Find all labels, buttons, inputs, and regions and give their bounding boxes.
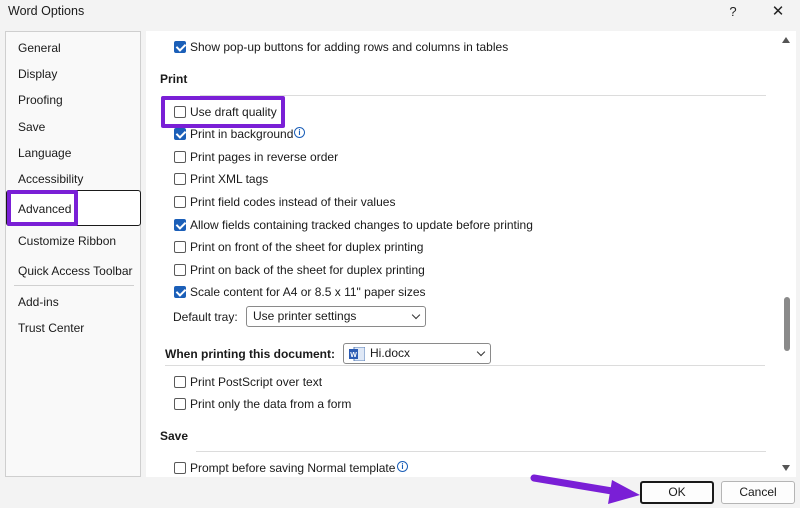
info-icon[interactable]: i (294, 127, 305, 138)
allow-tracked-fields-label: Allow fields containing tracked changes … (190, 218, 533, 232)
sidebar-item-language[interactable]: Language (18, 146, 71, 160)
ok-button[interactable]: OK (640, 481, 714, 504)
window-title: Word Options (8, 4, 85, 18)
checkbox-prompt-normal-template[interactable] (174, 462, 186, 474)
advanced-highlight (7, 190, 78, 226)
close-button[interactable]: ✕ (764, 2, 792, 22)
default-tray-value: Use printer settings (253, 309, 357, 323)
checkbox-allow-tracked-fields[interactable] (174, 219, 186, 231)
info-icon[interactable]: i (397, 461, 408, 472)
checkbox-print-field-codes[interactable] (174, 196, 186, 208)
checkbox-print-front-duplex[interactable] (174, 241, 186, 253)
annotation-arrow-icon (530, 474, 640, 504)
sidebar: General Display Proofing Save Language A… (5, 31, 141, 477)
help-button[interactable]: ? (719, 2, 747, 22)
document-name: Hi.docx (370, 346, 411, 360)
show-popup-buttons-label: Show pop-up buttons for adding rows and … (190, 40, 509, 54)
print-back-duplex-label: Print on back of the sheet for duplex pr… (190, 263, 425, 277)
title-bar: Word Options ? ✕ (0, 0, 800, 26)
checkbox-print-reverse-order[interactable] (174, 151, 186, 163)
sidebar-item-display[interactable]: Display (18, 67, 57, 81)
default-tray-select[interactable]: Use printer settings (246, 306, 426, 327)
print-field-codes-label: Print field codes instead of their value… (190, 195, 396, 209)
print-section-divider (200, 95, 766, 96)
svg-text:W: W (350, 352, 357, 359)
draft-quality-highlight (161, 96, 285, 128)
checkbox-show-popup-buttons[interactable] (174, 41, 186, 53)
checkbox-print-xml-tags[interactable] (174, 173, 186, 185)
checkbox-print-postscript[interactable] (174, 376, 186, 388)
sidebar-divider (14, 285, 134, 286)
sidebar-item-general[interactable]: General (18, 41, 61, 55)
print-front-duplex-label: Print on front of the sheet for duplex p… (190, 240, 424, 254)
print-in-background-label: Print in background (190, 127, 294, 141)
sidebar-item-proofing[interactable]: Proofing (18, 93, 63, 107)
scroll-thumb[interactable] (784, 297, 790, 351)
sidebar-item-add-ins[interactable]: Add-ins (18, 295, 59, 309)
sidebar-item-save[interactable]: Save (18, 120, 45, 134)
when-printing-divider (165, 365, 765, 366)
default-tray-label: Default tray: (173, 310, 238, 324)
checkbox-scale-content[interactable] (174, 286, 186, 298)
print-postscript-label: Print PostScript over text (190, 375, 323, 389)
checkbox-print-in-background[interactable] (174, 128, 186, 140)
scale-content-label: Scale content for A4 or 8.5 x 11" paper … (190, 285, 426, 299)
document-select[interactable]: W Hi.docx (343, 343, 491, 364)
save-section-heading: Save (160, 429, 189, 443)
print-reverse-order-label: Print pages in reverse order (190, 150, 339, 164)
sidebar-item-customize-ribbon[interactable]: Customize Ribbon (18, 234, 116, 248)
sidebar-item-quick-access-toolbar[interactable]: Quick Access Toolbar (18, 264, 133, 278)
prompt-normal-template-label: Prompt before saving Normal template (190, 461, 396, 475)
sidebar-item-accessibility[interactable]: Accessibility (18, 172, 83, 186)
print-xml-tags-label: Print XML tags (190, 172, 269, 186)
scroll-down-icon[interactable] (782, 465, 790, 471)
checkbox-print-back-duplex[interactable] (174, 264, 186, 276)
save-section-divider (196, 451, 766, 452)
word-doc-icon: W (349, 347, 365, 361)
chevron-down-icon (411, 310, 421, 320)
vertical-scrollbar[interactable] (779, 31, 794, 477)
sidebar-item-trust-center[interactable]: Trust Center (18, 321, 84, 335)
cancel-button[interactable]: Cancel (721, 481, 795, 504)
when-printing-heading: When printing this document: (165, 347, 335, 361)
print-form-data-label: Print only the data from a form (190, 397, 352, 411)
chevron-down-icon (476, 347, 486, 357)
scroll-up-icon[interactable] (782, 37, 790, 43)
print-section-heading: Print (160, 72, 188, 86)
checkbox-print-form-data[interactable] (174, 398, 186, 410)
